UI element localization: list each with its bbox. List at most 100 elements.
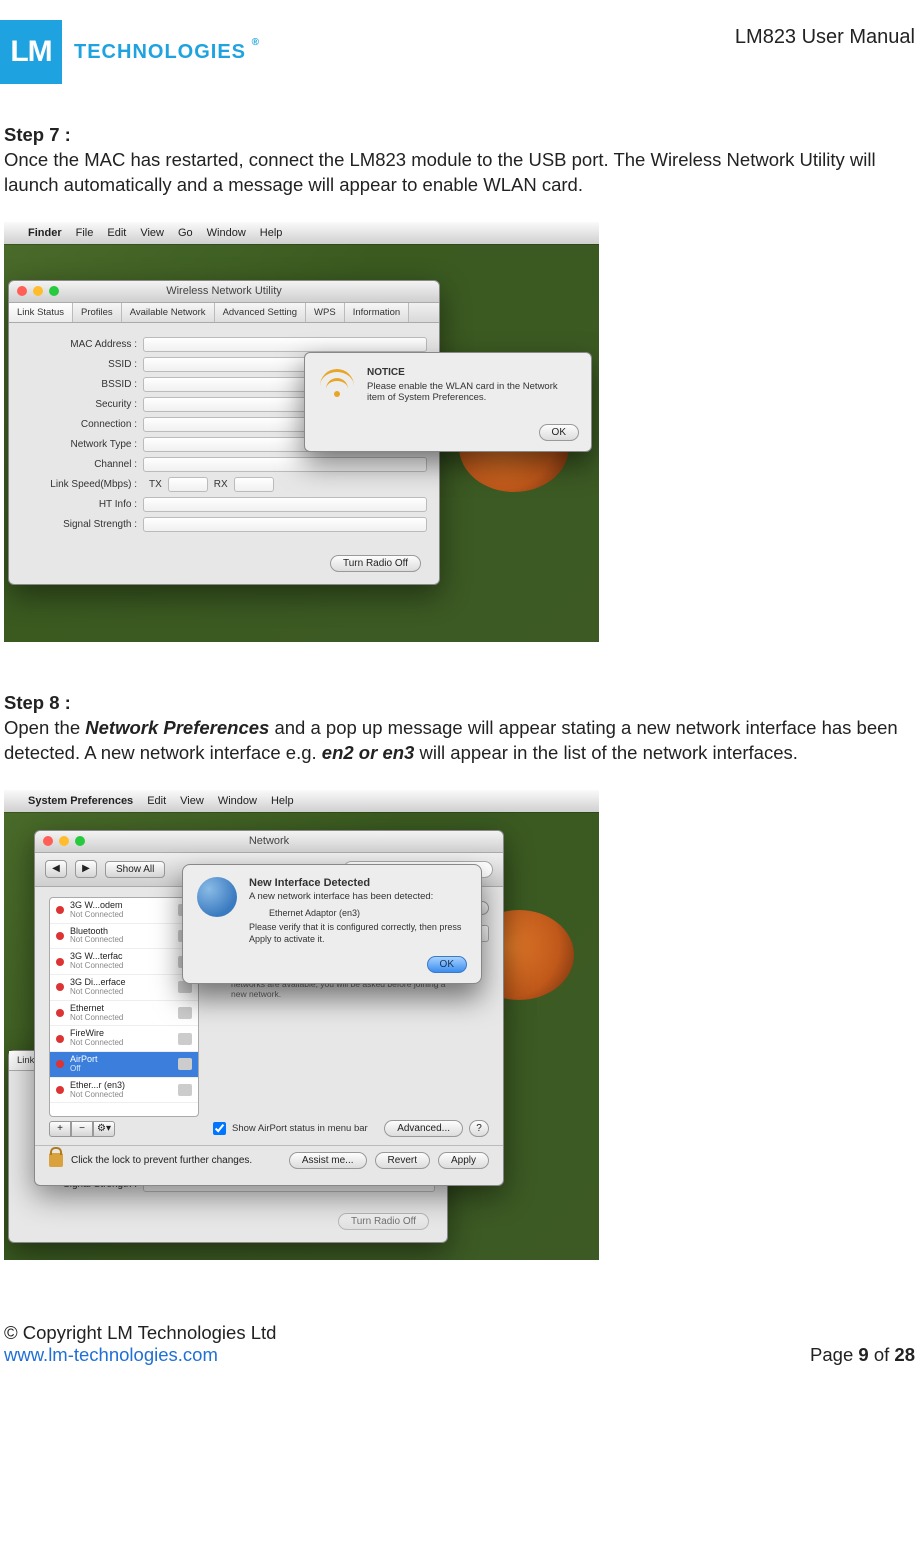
page-mid: of: [869, 1344, 895, 1365]
field-label: Signal Strength :: [21, 519, 143, 530]
service-name: AirPort: [70, 1055, 172, 1065]
mac-menubar: Finder File Edit View Go Window Help: [4, 222, 599, 244]
add-service-button[interactable]: +: [49, 1121, 71, 1137]
assist-me-button[interactable]: Assist me...: [289, 1152, 367, 1169]
status-led-icon: [56, 958, 64, 966]
menubar-item[interactable]: Window: [207, 227, 246, 239]
step8-pre: Open the: [4, 717, 85, 738]
menubar-item[interactable]: File: [76, 227, 94, 239]
service-item[interactable]: BluetoothNot Connected: [50, 924, 198, 950]
notice-ok-button[interactable]: OK: [539, 424, 579, 441]
menubar-app[interactable]: Finder: [28, 227, 62, 239]
bottom-row: Show AirPort status in menu bar Advanced…: [213, 1120, 489, 1137]
lock-icon[interactable]: [49, 1153, 63, 1167]
tab-profiles[interactable]: Profiles: [73, 303, 122, 322]
radio-off-row: Turn Radio Off: [9, 547, 439, 584]
step8-body: Open the Network Preferences and a pop u…: [4, 716, 904, 766]
status-led-icon: [56, 983, 64, 991]
advanced-button[interactable]: Advanced...: [384, 1120, 463, 1137]
step7-body: Once the MAC has restarted, connect the …: [4, 148, 904, 198]
service-item[interactable]: 3G W...terfacNot Connected: [50, 949, 198, 975]
service-buttons: + − ⚙▾: [49, 1121, 199, 1137]
tab-wps[interactable]: WPS: [306, 303, 345, 322]
menubar-item[interactable]: Edit: [107, 227, 126, 239]
channel-field[interactable]: [143, 457, 427, 472]
detect-sub: A new network interface has been detecte…: [249, 891, 467, 902]
tab-link-status[interactable]: Link Status: [9, 303, 73, 322]
notice-dialog: NOTICE Please enable the WLAN card in th…: [304, 352, 592, 452]
logo: LM TECHNOLOGIES ®: [0, 20, 246, 84]
status-led-icon: [56, 932, 64, 940]
apply-button[interactable]: Apply: [438, 1152, 489, 1169]
service-type-icon: [178, 1058, 192, 1070]
field-label: HT Info :: [21, 499, 143, 510]
field-label: Channel :: [21, 459, 143, 470]
service-type-icon: [178, 1084, 192, 1096]
service-sub: Not Connected: [70, 936, 172, 945]
minimize-icon[interactable]: [33, 286, 43, 296]
rx-field[interactable]: [234, 477, 274, 492]
close-icon[interactable]: [43, 836, 53, 846]
tab-available-network[interactable]: Available Network: [122, 303, 215, 322]
service-scroll[interactable]: 3G W...odemNot ConnectedBluetoothNot Con…: [49, 897, 199, 1117]
revert-button[interactable]: Revert: [375, 1152, 430, 1169]
service-item[interactable]: FireWireNot Connected: [50, 1026, 198, 1052]
service-gear-button[interactable]: ⚙▾: [93, 1121, 115, 1137]
service-type-icon: [178, 1007, 192, 1019]
tx-field[interactable]: [168, 477, 208, 492]
window-title: Network: [249, 835, 289, 847]
field-label: MAC Address :: [21, 339, 143, 350]
close-icon[interactable]: [17, 286, 27, 296]
status-led-icon: [56, 906, 64, 914]
logo-word: TECHNOLOGIES: [74, 41, 246, 63]
menubar-item[interactable]: Help: [260, 227, 283, 239]
forward-button[interactable]: ▶: [75, 860, 97, 878]
minimize-icon[interactable]: [59, 836, 69, 846]
menubar-item[interactable]: View: [140, 227, 164, 239]
menubar-item[interactable]: Window: [218, 795, 257, 807]
radio-off-row: Turn Radio Off: [9, 1205, 447, 1242]
service-list: 3G W...odemNot ConnectedBluetoothNot Con…: [49, 897, 199, 1137]
tab-information[interactable]: Information: [345, 303, 410, 322]
zoom-icon[interactable]: [75, 836, 85, 846]
service-sub: Not Connected: [70, 988, 172, 997]
help-button[interactable]: ?: [469, 1120, 489, 1137]
menubar-app[interactable]: System Preferences: [28, 795, 133, 807]
lock-text: Click the lock to prevent further change…: [71, 1155, 252, 1166]
zoom-icon[interactable]: [49, 286, 59, 296]
footer-url[interactable]: www.lm-technologies.com: [4, 1344, 218, 1365]
service-item[interactable]: 3G Di...erfaceNot Connected: [50, 975, 198, 1001]
tx-label: TX: [149, 479, 162, 490]
turn-radio-off-button[interactable]: Turn Radio Off: [338, 1213, 429, 1230]
menubar-item[interactable]: Edit: [147, 795, 166, 807]
detect-ok-button[interactable]: OK: [427, 956, 467, 973]
mac-address-field[interactable]: [143, 337, 427, 352]
show-all-button[interactable]: Show All: [105, 861, 165, 878]
ht-info-field[interactable]: [143, 497, 427, 512]
copyright: © Copyright LM Technologies Ltd: [4, 1322, 276, 1344]
footer-bar: Click the lock to prevent further change…: [35, 1145, 503, 1179]
menubar-item[interactable]: Help: [271, 795, 294, 807]
logo-text: TECHNOLOGIES ®: [74, 41, 246, 64]
remove-service-button[interactable]: −: [71, 1121, 93, 1137]
titlebar[interactable]: Wireless Network Utility: [9, 281, 439, 303]
show-status-checkbox[interactable]: [213, 1122, 226, 1135]
traffic-lights[interactable]: [17, 286, 59, 296]
window-title: Wireless Network Utility: [166, 285, 282, 297]
service-item[interactable]: EthernetNot Connected: [50, 1001, 198, 1027]
back-button[interactable]: ◀: [45, 860, 67, 878]
logo-registered: ®: [252, 37, 260, 48]
service-item[interactable]: AirPortOff: [50, 1052, 198, 1078]
service-sub: Not Connected: [70, 1039, 172, 1048]
menubar-item[interactable]: View: [180, 795, 204, 807]
signal-strength-field[interactable]: [143, 517, 427, 532]
footer-buttons: Assist me... Revert Apply: [289, 1152, 489, 1169]
service-item[interactable]: 3G W...odemNot Connected: [50, 898, 198, 924]
tab-advanced-setting[interactable]: Advanced Setting: [215, 303, 306, 322]
turn-radio-off-button[interactable]: Turn Radio Off: [330, 555, 421, 572]
notice-body: Please enable the WLAN card in the Netwo…: [367, 381, 577, 403]
traffic-lights[interactable]: [43, 836, 85, 846]
service-item[interactable]: Ether...r (en3)Not Connected: [50, 1078, 198, 1104]
titlebar[interactable]: Network: [35, 831, 503, 853]
menubar-item[interactable]: Go: [178, 227, 193, 239]
